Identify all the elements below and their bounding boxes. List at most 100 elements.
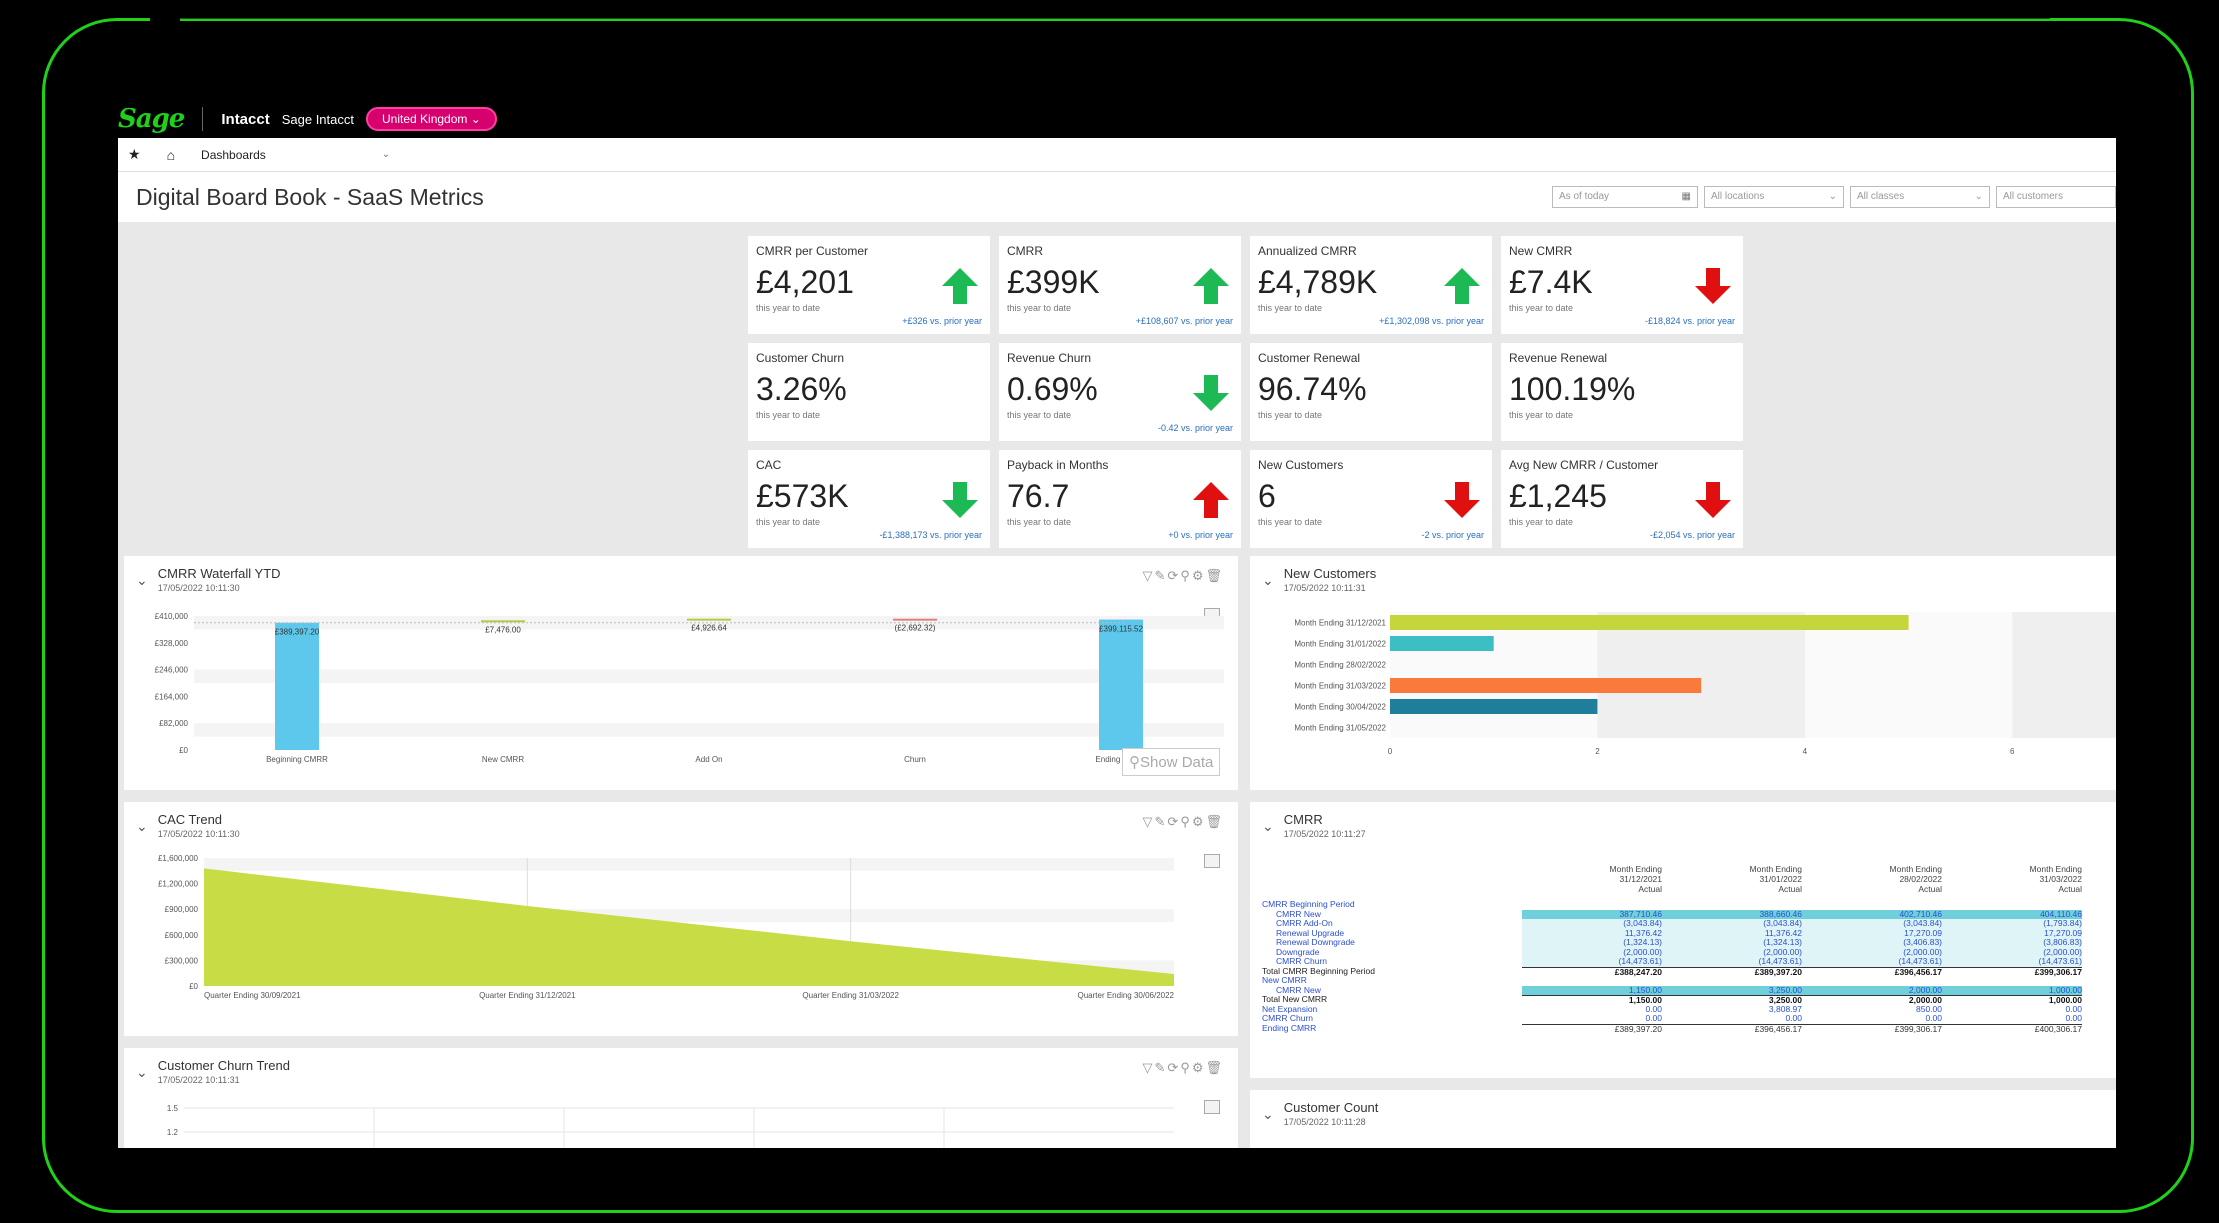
kpi-card[interactable]: Customer Churn 3.26% this year to date: [748, 343, 990, 441]
chevron-down-icon[interactable]: ⌄: [136, 1064, 148, 1081]
table-cell: 1,000.00: [1942, 985, 2082, 995]
filter-bar: As of today ▦ All locations ⌄ All classes ⌄…: [1552, 186, 2116, 208]
waterfall-panel: ⌄ CMRR Waterfall YTD 17/05/2022 10:11:30 …: [124, 556, 1238, 790]
panel-header: ⌄ Customer Churn Trend 17/05/2022 10:11:3…: [124, 1048, 1238, 1085]
sage-logo[interactable]: Sage: [118, 104, 185, 134]
y-tick-label: £0: [189, 982, 198, 991]
y-tick-label: £0: [179, 746, 188, 755]
arrow-down-icon: [1695, 268, 1731, 304]
panel-tools[interactable]: ▽✎⟳⚲⚙🗑: [1143, 1060, 1224, 1076]
classes-filter[interactable]: All classes ⌄: [1850, 186, 1990, 208]
app-window: ★ ⌂ Dashboards ⌄ Digital Board Book - Sa…: [118, 138, 2116, 1148]
kpi-card[interactable]: Revenue Renewal 100.19% this year to date: [1501, 343, 1743, 441]
grid-band: [204, 986, 1174, 999]
panel-date: 17/05/2022 10:11:27: [1283, 829, 1366, 839]
kpi-title: CMRR: [1007, 244, 1043, 258]
y-tick-label: 1.2: [167, 1128, 179, 1137]
kpi-card[interactable]: CMRR per Customer £4,201 this year to date…: [748, 236, 990, 334]
kpi-card[interactable]: Revenue Churn 0.69% this year to date -0.42…: [999, 343, 1241, 441]
table-header-row: 31/12/2021 31/01/2022 28/02/2022 31/03/2022: [1262, 874, 2116, 884]
table-row: Downgrade (2,000.00) (2,000.00) (2,000.00)(…: [1262, 947, 2116, 957]
table-cell: £399,306.17: [1942, 966, 2082, 976]
frame-line: [180, 18, 2050, 19]
show-data-button[interactable]: ⚲Show Data: [1122, 748, 1221, 776]
kpi-title: Payback in Months: [1007, 458, 1109, 472]
kpi-value: 96.74%: [1258, 371, 1367, 407]
chevron-down-icon[interactable]: ⌄: [1262, 1106, 1274, 1123]
arrow-up-icon: [1193, 482, 1229, 518]
kpi-card[interactable]: Avg New CMRR / Customer £1,245 this year t…: [1501, 450, 1743, 548]
chevron-down-icon[interactable]: ⌄: [136, 572, 148, 589]
kpi-title: Revenue Renewal: [1509, 351, 1608, 365]
chevron-down-icon[interactable]: ⌄: [136, 818, 148, 835]
kpi-card[interactable]: New Customers 6 this year to date -2 vs. pr…: [1250, 450, 1492, 548]
arrow-shape: [1193, 375, 1229, 411]
table-cell: 2,000.00: [1802, 985, 1942, 995]
arrow-shape: [942, 268, 978, 304]
column-header: Actual: [2058, 884, 2082, 894]
kpi-change: +£108,607 vs. prior year: [1135, 316, 1233, 326]
show-data-label: Show Data: [1140, 754, 1214, 771]
y-tick-label: £246,000: [155, 666, 189, 675]
kpi-card[interactable]: Customer Renewal 96.74% this year to date: [1250, 343, 1492, 441]
row-label: Downgrade: [1276, 947, 1320, 957]
panel-header: ⌄ New Customers 17/05/2022 10:11:31: [1250, 556, 2116, 593]
arrow-up-icon: [1444, 268, 1480, 304]
kpi-card[interactable]: CMRR £399K this year to date +£108,607 vs. …: [999, 236, 1241, 334]
table-row: Net Expansion 0.00 3,808.97 850.00 0.00: [1262, 1004, 2116, 1015]
table-row: Total CMRR Beginning Period £388,247.20 £3…: [1262, 966, 2116, 976]
panel-tools[interactable]: ▽✎⟳⚲⚙🗑: [1143, 568, 1224, 584]
x-tick-label: Quarter Ending 31/12/2021: [479, 991, 576, 1000]
y-tick-label: 1.5: [167, 1104, 179, 1113]
customers-filter[interactable]: All customers: [1996, 186, 2116, 208]
locations-filter[interactable]: All locations ⌄: [1704, 186, 1844, 208]
x-tick-label: 0: [1388, 747, 1393, 756]
kpi-card[interactable]: New CMRR £7.4K this year to date -£18,824 v…: [1501, 236, 1743, 334]
data-label: £389,397.20: [275, 628, 320, 637]
dashboards-menu[interactable]: Dashboards: [201, 148, 266, 162]
kpi-card[interactable]: CAC £573K this year to date -£1,388,173 vs.…: [748, 450, 990, 548]
chevron-down-icon[interactable]: ⌄: [1262, 572, 1274, 589]
table-cell: 1,000.00: [1942, 995, 2082, 1005]
search-icon: ⚲: [1129, 754, 1140, 771]
panel-tools[interactable]: ▽✎⟳⚲⚙🗑: [1143, 814, 1224, 830]
panel-title: New Customers: [1283, 566, 1377, 581]
table-row: Renewal Downgrade (1,324.13) (1,324.13) (3,…: [1262, 937, 2116, 948]
kpi-card[interactable]: Annualized CMRR £4,789K this year to date +…: [1250, 236, 1492, 334]
bar: [1099, 619, 1143, 750]
table-cell: (14,473.61): [1942, 956, 2082, 967]
region-selector[interactable]: United Kingdom ⌄: [366, 107, 497, 131]
chevron-down-icon: ⌄: [1828, 191, 1837, 202]
cmrr-table: Month Ending Month Ending Month Ending Mont…: [1262, 864, 2116, 1033]
panel-title: CMRR: [1283, 812, 1323, 827]
kpi-title: New Customers: [1258, 458, 1344, 472]
y-tick-label: £1,600,000: [158, 854, 199, 863]
cac-trend-chart: £1,600,000 £1,200,000 £900,000 £600,000 £300…: [158, 854, 1175, 1000]
home-icon[interactable]: ⌂: [167, 147, 175, 163]
data-label: £7,476.00: [485, 625, 521, 634]
bar: [1390, 699, 1598, 714]
grid-band: [1597, 612, 1805, 738]
table-cell: (14,473.61): [1662, 956, 1802, 967]
brand-name: Intacct: [221, 110, 270, 128]
kpi-card[interactable]: Payback in Months 76.7 this year to date +0…: [999, 450, 1241, 548]
star-icon[interactable]: ★: [128, 146, 141, 163]
table-cell: (14,473.61): [1802, 956, 1942, 967]
brand-subname: Sage Intacct: [281, 111, 354, 127]
table-row: CMRR Churn (14,473.61) (14,473.61) (14,473.…: [1262, 956, 2116, 967]
column-header: 28/02/2022: [1899, 874, 1942, 884]
date-filter[interactable]: As of today ▦: [1552, 186, 1698, 208]
table-cell: 3,250.00: [1662, 985, 1802, 995]
kpi-title: Customer Churn: [756, 351, 845, 365]
header-spacer: [1262, 884, 1522, 894]
chevron-down-icon[interactable]: ⌄: [382, 149, 390, 160]
x-tick-label: 2: [1595, 747, 1600, 756]
kpi-change: -2 vs. prior year: [1421, 530, 1484, 540]
table-row: CMRR New 1,150.00 3,250.00 2,000.00 1,000.00: [1262, 985, 2116, 995]
chevron-down-icon[interactable]: ⌄: [1262, 818, 1274, 835]
page-title: Digital Board Book - SaaS Metrics: [136, 183, 484, 210]
panel-header: ⌄ CMRR Waterfall YTD 17/05/2022 10:11:30: [124, 556, 1238, 593]
kpi-value: 3.26%: [756, 371, 847, 407]
grid-band: [204, 858, 1174, 871]
kpi-title: Revenue Churn: [1007, 351, 1092, 365]
